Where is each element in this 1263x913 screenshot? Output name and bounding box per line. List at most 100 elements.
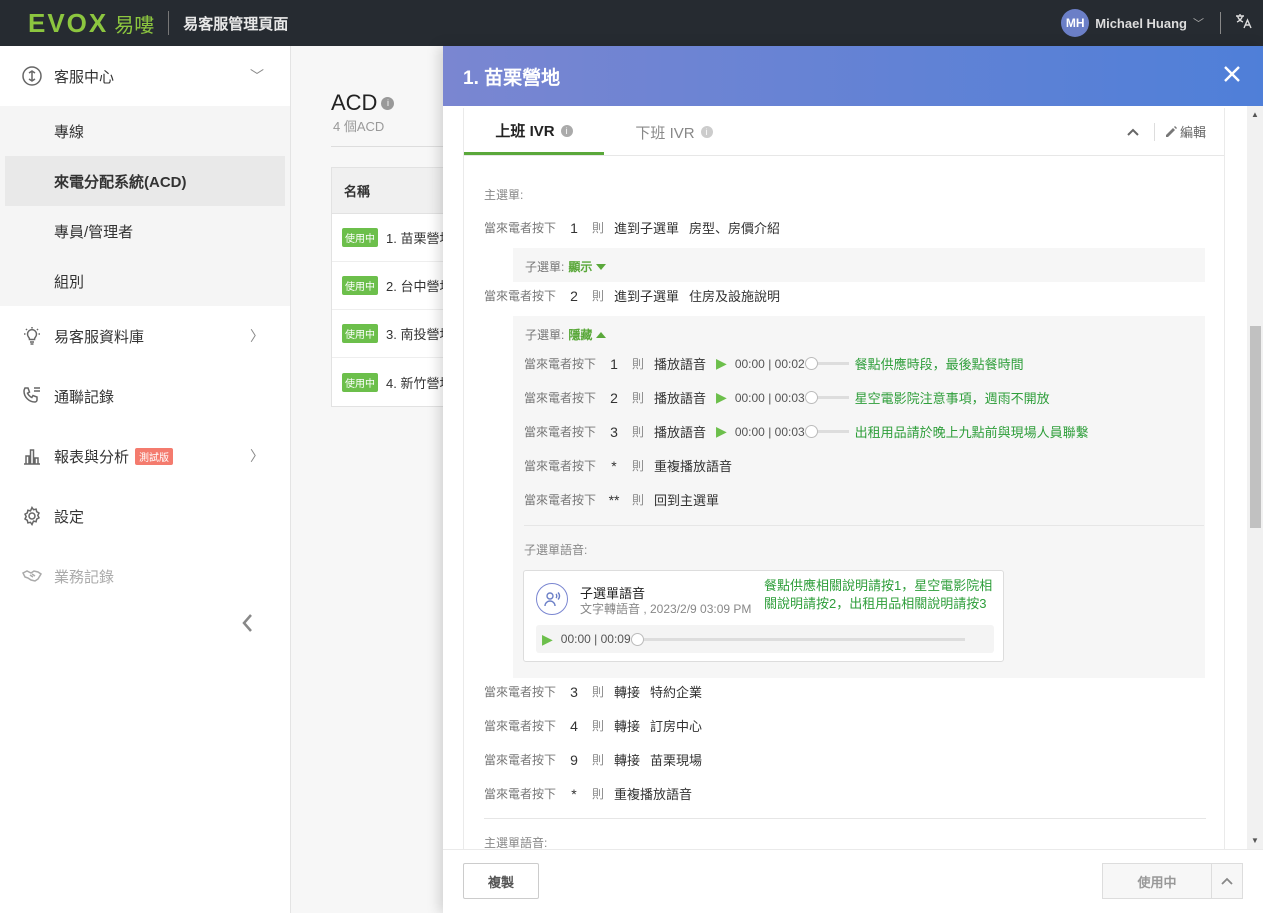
play-icon[interactable]: ▶ — [716, 389, 727, 406]
rule-prefix: 當來電者按下 — [484, 685, 557, 699]
ivr-rule: 當來電者按下 * 則 重複播放語音 — [484, 784, 702, 803]
tab-label: 下班 IVR — [635, 124, 695, 142]
rule-action: 重複播放語音 — [614, 787, 693, 802]
sidebar-item-label: 業務記錄 — [54, 568, 115, 586]
audio-time: 00:00 | 00:02 — [734, 356, 805, 371]
drawer-title: 1. 苗栗營地 — [463, 67, 561, 89]
audio-description: 星空電影院注意事項，週雨不開放 — [854, 391, 1050, 406]
rule-action: 轉接 — [614, 753, 641, 768]
acd-detail-drawer: 1. 苗栗營地 上班 IVR i 下班 IVR i 編輯 主選單: 當來電者按下… — [443, 46, 1263, 913]
status-button[interactable]: 使用中 — [1102, 863, 1212, 899]
rule-key: 3 — [570, 683, 578, 700]
sidebar-item-label: 通聯記錄 — [54, 388, 115, 406]
acd-table: 名稱 使用中 1. 苗栗營地 使用中 2. 台中營地 使用中 3. 南投營地 使用中 4… — [331, 167, 461, 407]
rule-prefix: 當來電者按下 — [484, 753, 557, 767]
ivr-rule: 當來電者按下 2 則 進到子選單 住房及設施說明 — [484, 286, 780, 305]
sidebar-item-service-center[interactable]: 客服中心 ﹀ — [0, 46, 290, 106]
rule-key: * — [611, 457, 617, 474]
slider-knob[interactable] — [630, 632, 644, 646]
sidebar-item-reports[interactable]: 報表與分析 測試版 〉 — [0, 426, 290, 486]
rule-prefix: 當來電者按下 — [484, 787, 557, 801]
sidebar-item-call-log[interactable]: 通聯記錄 — [0, 366, 290, 426]
avatar[interactable]: MH — [1061, 9, 1090, 37]
rule-prefix: 當來電者按下 — [484, 221, 557, 235]
sidebar-item-settings[interactable]: 設定 — [0, 486, 290, 546]
scroll-down-icon[interactable]: ▼ — [1251, 836, 1259, 845]
sidebar-item-knowledge-base[interactable]: 易客服資料庫 〉 — [0, 306, 290, 366]
info-icon[interactable]: i — [560, 124, 573, 137]
info-icon[interactable]: i — [381, 96, 395, 110]
play-icon[interactable]: ▶ — [716, 423, 727, 440]
collapse-sidebar-icon[interactable] — [240, 612, 254, 640]
chevron-up-icon[interactable] — [1211, 863, 1243, 899]
submenu-label: 子選單: — [525, 328, 565, 342]
edit-button[interactable]: 編輯 — [1165, 122, 1206, 141]
rule-then: 則 — [632, 391, 645, 405]
scrollbar-thumb[interactable] — [1250, 326, 1261, 528]
scroll-up-icon[interactable]: ▲ — [1251, 110, 1259, 119]
slider-knob[interactable] — [804, 425, 818, 438]
slider-knob[interactable] — [804, 357, 818, 370]
rule-then: 則 — [592, 685, 605, 699]
submenu-toggle[interactable]: 子選單: 隱藏 — [525, 326, 607, 343]
chevron-up-icon[interactable] — [1126, 124, 1140, 140]
table-header-name: 名稱 — [332, 168, 460, 214]
sidebar-subitem-acd[interactable]: 來電分配系統(ACD) — [5, 156, 285, 206]
rule-then: 則 — [632, 357, 645, 371]
table-row[interactable]: 使用中 1. 苗栗營地 — [332, 214, 460, 262]
sub-rule: 當來電者按下 ** 則 回到主選單 — [524, 490, 729, 509]
lightbulb-icon — [20, 324, 44, 348]
copy-button[interactable]: 複製 — [463, 863, 539, 899]
close-icon[interactable] — [1223, 62, 1241, 90]
submenu-state: 隱藏 — [568, 328, 593, 342]
status-badge: 使用中 — [342, 228, 378, 247]
divider — [331, 146, 451, 147]
edit-label: 編輯 — [1179, 125, 1206, 140]
submenu-audio-label: 子選單語音: — [524, 543, 588, 557]
table-row[interactable]: 使用中 4. 新竹營地 — [332, 358, 460, 406]
translate-icon[interactable] — [1233, 12, 1253, 35]
audio-slider[interactable] — [804, 425, 849, 438]
table-row[interactable]: 使用中 3. 南投營地 — [332, 310, 460, 358]
rule-then: 則 — [592, 753, 605, 767]
rule-prefix: 當來電者按下 — [524, 493, 597, 507]
user-name[interactable]: Michael Huang — [1095, 16, 1187, 31]
logo[interactable]: EVOX 易嘍 — [28, 8, 154, 39]
tab-offwork-ivr[interactable]: 下班 IVR i — [604, 109, 744, 155]
chevron-down-icon[interactable]: ﹀ — [1193, 15, 1204, 31]
sidebar-subitem-agents[interactable]: 專員/管理者 — [5, 206, 285, 256]
audio-slider[interactable] — [804, 357, 849, 370]
ivr-card: 上班 IVR i 下班 IVR i 編輯 主選單: 當來電者按下 1 則 進到子… — [463, 108, 1225, 849]
rule-action: 進到子選單 — [614, 289, 680, 304]
chevron-right-icon: 〉 — [250, 328, 264, 344]
audio-slider[interactable] — [630, 632, 965, 646]
submenu-box: 子選單: 顯示 — [513, 248, 1205, 282]
play-icon[interactable]: ▶ — [716, 355, 727, 372]
rule-then: 則 — [592, 719, 605, 733]
info-icon[interactable]: i — [700, 126, 713, 138]
sidebar-subitem-groups[interactable]: 組別 — [5, 256, 285, 306]
rule-action: 轉接 — [614, 719, 641, 734]
audio-time: 00:00 | 00:03 — [734, 424, 805, 439]
submenu-toggle[interactable]: 子選單: 顯示 — [525, 258, 607, 275]
slider-knob[interactable] — [804, 391, 818, 404]
phone-log-icon — [20, 384, 44, 408]
play-icon[interactable]: ▶ — [542, 631, 553, 648]
sidebar-subitem-line[interactable]: 專線 — [5, 106, 285, 156]
voice-icon — [536, 583, 568, 615]
audio-slider[interactable] — [804, 391, 849, 404]
tab-work-ivr[interactable]: 上班 IVR i — [464, 109, 604, 155]
tab-label: 上班 IVR — [495, 123, 555, 140]
sub-rule: 當來電者按下 2 則 播放語音 ▶ 00:00 | 00:03 星空電影院注意事… — [524, 388, 1050, 407]
rule-target: 住房及設施說明 — [689, 289, 781, 304]
rule-then: 則 — [632, 493, 645, 507]
rule-key: 9 — [570, 751, 578, 768]
page-title-text: ACD — [331, 90, 378, 115]
rule-target: 訂房中心 — [650, 719, 703, 734]
beta-badge: 測試版 — [135, 447, 174, 465]
bar-chart-icon — [20, 444, 44, 468]
sidebar-item-label: 報表與分析 — [54, 448, 130, 466]
table-row[interactable]: 使用中 2. 台中營地 — [332, 262, 460, 310]
scrollbar[interactable]: ▲ ▼ — [1247, 106, 1263, 849]
sidebar-item-business-log[interactable]: 業務記錄 — [0, 546, 290, 606]
